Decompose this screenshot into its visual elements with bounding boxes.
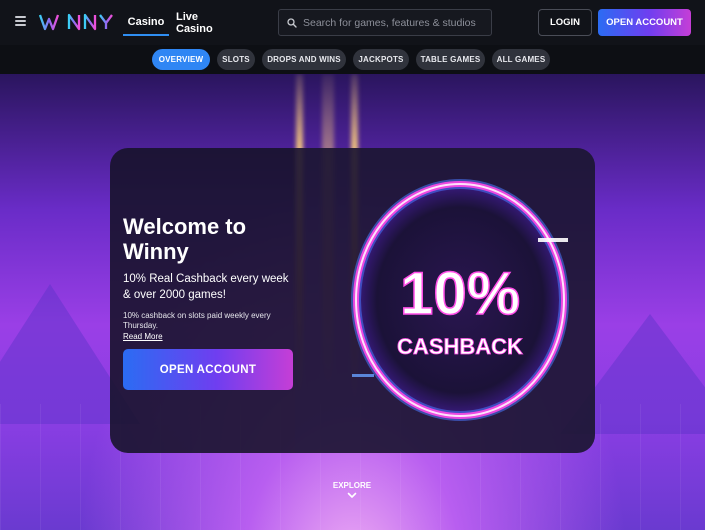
hero-title: Welcome to Winny bbox=[123, 214, 247, 264]
tab-jackpots[interactable]: JACKPOTS bbox=[353, 49, 409, 70]
menu-icon[interactable] bbox=[15, 16, 26, 26]
search-input[interactable] bbox=[303, 16, 483, 29]
hero-terms-text: 10% cashback on slots paid weekly every … bbox=[123, 311, 271, 330]
tab-all-games[interactable]: ALL GAMES bbox=[492, 49, 550, 70]
hero-banner: Welcome to Winny 10% Real Cashback every… bbox=[0, 74, 705, 530]
open-account-button[interactable]: OPEN ACCOUNT bbox=[598, 9, 691, 36]
explore-button[interactable]: EXPLORE bbox=[322, 481, 382, 499]
tab-casino[interactable]: Casino bbox=[123, 10, 169, 36]
cashback-badge: 10% CASHBACK bbox=[348, 174, 578, 426]
chevron-down-icon bbox=[347, 492, 357, 498]
tab-slots[interactable]: SLOTS bbox=[217, 49, 255, 70]
category-nav: OVERVIEW SLOTS DROPS AND WINS JACKPOTS T… bbox=[0, 45, 705, 74]
search-bar[interactable] bbox=[278, 9, 492, 36]
explore-label: EXPLORE bbox=[332, 481, 372, 490]
winny-logo[interactable] bbox=[38, 11, 116, 33]
read-more-link[interactable]: Read More bbox=[123, 332, 163, 341]
search-icon bbox=[287, 17, 297, 28]
top-navigation-bar: Casino Live Casino LOGIN OPEN ACCOUNT bbox=[0, 0, 705, 45]
cashback-percent: 10% bbox=[400, 260, 520, 327]
hero-open-account-button[interactable]: OPEN ACCOUNT bbox=[123, 349, 293, 390]
tab-overview[interactable]: OVERVIEW bbox=[152, 49, 210, 70]
tab-live-casino[interactable]: Live Casino bbox=[176, 10, 232, 36]
tab-drops-and-wins[interactable]: DROPS AND WINS bbox=[262, 49, 346, 70]
login-button[interactable]: LOGIN bbox=[538, 9, 592, 36]
cashback-label: CASHBACK bbox=[397, 334, 523, 359]
promo-card: Welcome to Winny 10% Real Cashback every… bbox=[110, 148, 595, 453]
hero-subtitle: 10% Real Cashback every week & over 2000… bbox=[123, 273, 289, 301]
tab-table-games[interactable]: TABLE GAMES bbox=[416, 49, 485, 70]
